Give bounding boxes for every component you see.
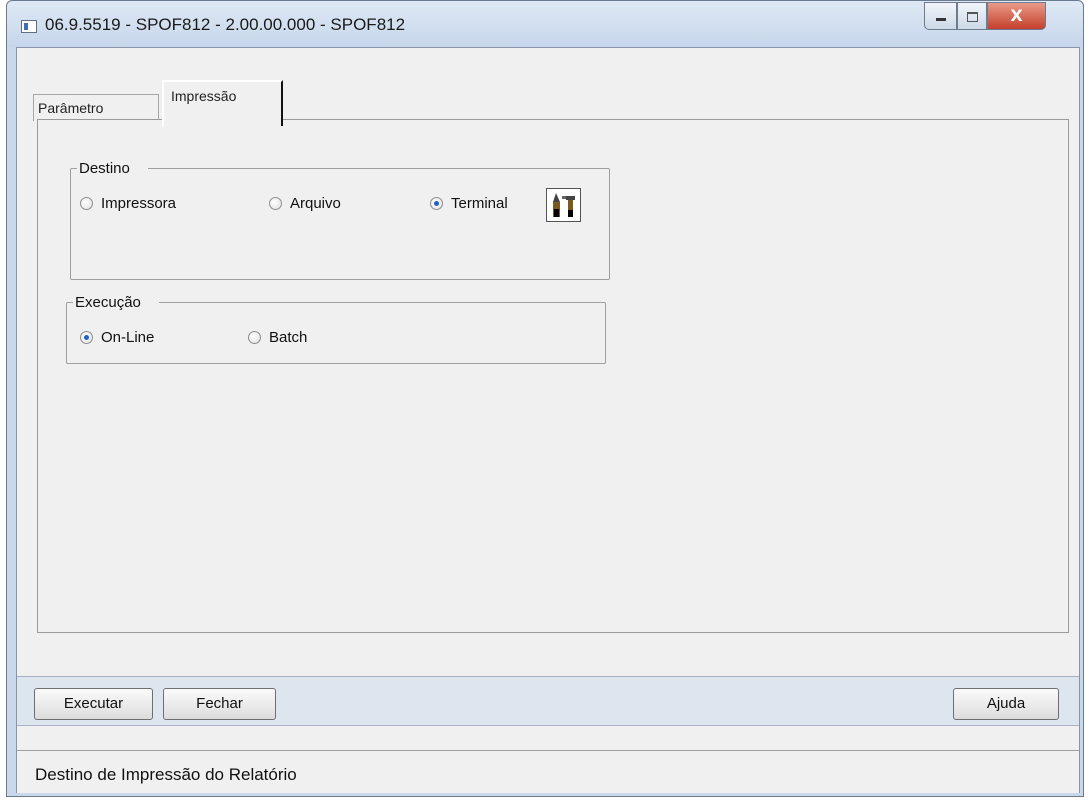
config-destino-button[interactable] xyxy=(546,188,581,222)
radio-button-icon xyxy=(269,197,282,210)
application-window: 06.9.5519 - SPOF812 - 2.00.00.000 - SPOF… xyxy=(6,0,1084,797)
radio-button-icon xyxy=(80,331,93,344)
tab-label: Impressão xyxy=(171,88,237,104)
radio-on-line[interactable]: On-Line xyxy=(80,329,154,346)
button-bar: Executar Fechar Ajuda xyxy=(17,676,1079,726)
radio-button-icon xyxy=(248,331,261,344)
maximize-button[interactable] xyxy=(957,2,987,30)
radio-batch[interactable]: Batch xyxy=(248,329,307,346)
fechar-button[interactable]: Fechar xyxy=(163,688,276,720)
status-text: Destino de Impressão do Relatório xyxy=(35,765,297,784)
radio-label: On-Line xyxy=(101,329,155,346)
minimize-button[interactable] xyxy=(924,2,957,30)
title-bar[interactable]: 06.9.5519 - SPOF812 - 2.00.00.000 - SPOF… xyxy=(7,1,1083,47)
tab-label: Parâmetro xyxy=(38,100,104,116)
app-icon xyxy=(21,20,37,33)
tab-parametro[interactable]: Parâmetro xyxy=(33,94,159,121)
minimize-icon xyxy=(935,18,946,21)
maximize-icon xyxy=(966,11,978,22)
close-icon: X xyxy=(1010,6,1023,25)
radio-button-icon xyxy=(80,197,93,210)
executar-button[interactable]: Executar xyxy=(34,688,153,720)
tab-panel-impressao: Destino Impressora Arquivo Terminal Exec… xyxy=(37,119,1069,633)
radio-label: Impressora xyxy=(101,195,177,212)
close-window-button[interactable]: X xyxy=(987,2,1046,30)
tools-icon xyxy=(548,190,579,220)
radio-impressora[interactable]: Impressora xyxy=(80,195,176,212)
radio-label: Arquivo xyxy=(290,195,341,212)
destino-legend: Destino xyxy=(79,160,130,177)
window-title: 06.9.5519 - SPOF812 - 2.00.00.000 - SPOF… xyxy=(45,15,406,34)
client-area: Parâmetro Impressão Destino Impressora A… xyxy=(16,47,1080,793)
status-bar: Destino de Impressão do Relatório xyxy=(17,750,1079,793)
radio-label: Terminal xyxy=(451,195,508,212)
destino-group: Destino xyxy=(70,160,610,280)
radio-button-icon xyxy=(430,197,443,210)
tab-impressao[interactable]: Impressão xyxy=(162,80,283,126)
radio-terminal[interactable]: Terminal xyxy=(430,195,508,212)
ajuda-button[interactable]: Ajuda xyxy=(953,688,1059,720)
radio-arquivo[interactable]: Arquivo xyxy=(269,195,341,212)
radio-label: Batch xyxy=(269,329,308,346)
execucao-legend: Execução xyxy=(75,294,141,311)
